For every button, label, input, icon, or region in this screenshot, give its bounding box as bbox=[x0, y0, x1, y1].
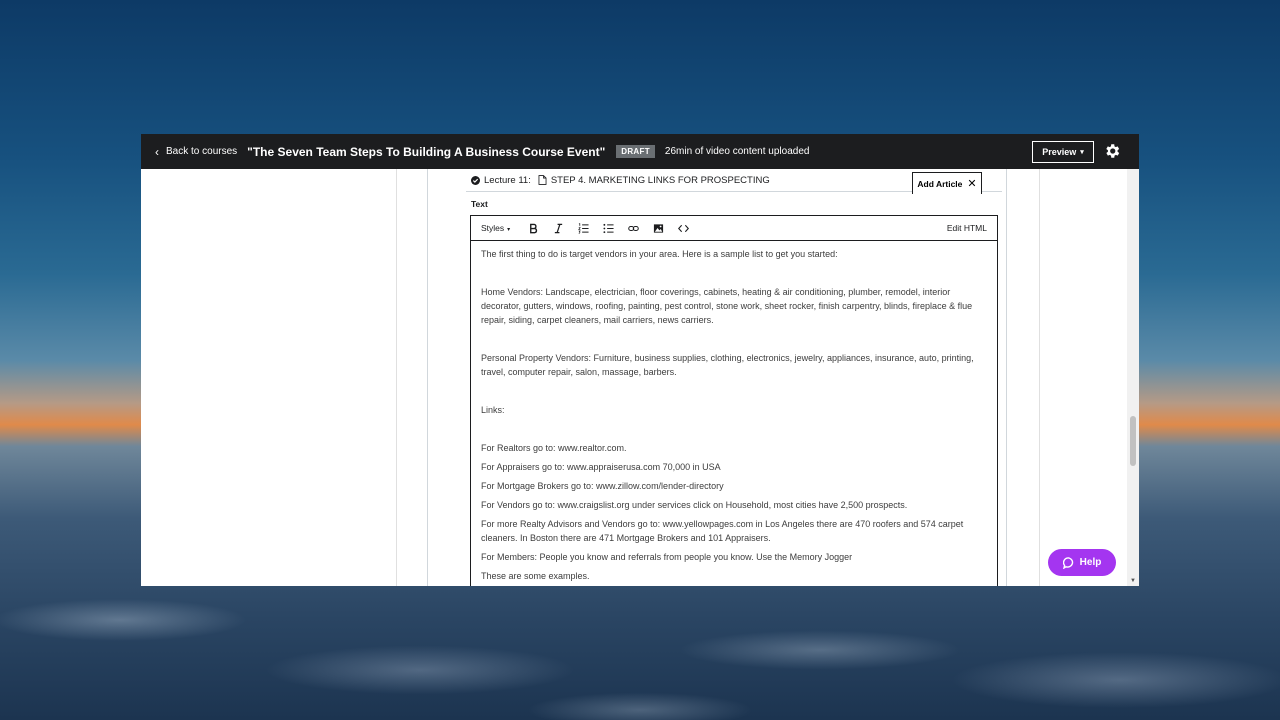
code-icon bbox=[677, 224, 689, 232]
chevron-down-icon: ▾ bbox=[507, 227, 511, 233]
chevron-down-icon: ▾ bbox=[1080, 149, 1084, 156]
preview-label: Preview bbox=[1042, 147, 1077, 157]
styles-dropdown[interactable]: Styles ▾ bbox=[481, 223, 510, 233]
document-icon bbox=[538, 175, 547, 185]
paragraph-realtors: For Realtors go to: www.realtor.com. bbox=[481, 443, 627, 453]
paragraph-vendors: For Vendors go to: www.craigslist.org un… bbox=[481, 500, 908, 510]
upload-status: 26min of video content uploaded bbox=[664, 146, 810, 157]
italic-icon bbox=[554, 223, 562, 233]
add-article-label: Add Article bbox=[917, 178, 963, 189]
italic-button[interactable] bbox=[549, 219, 567, 237]
scrollbar-thumb[interactable] bbox=[1130, 416, 1136, 466]
paragraph-members: For Members: People you know and referra… bbox=[481, 552, 853, 562]
close-icon[interactable]: ✕ bbox=[967, 177, 976, 190]
bold-icon bbox=[529, 223, 537, 233]
scroll-down-arrow-icon[interactable]: ▼ bbox=[1130, 578, 1136, 584]
text-section-label: Text bbox=[471, 199, 488, 209]
page-scrollbar[interactable]: ▼ bbox=[1127, 169, 1139, 586]
image-icon bbox=[653, 223, 663, 233]
edit-html-button[interactable]: Edit HTML bbox=[947, 223, 987, 233]
preview-button[interactable]: Preview ▾ bbox=[1032, 141, 1094, 163]
top-header-bar: ‹ Back to courses "The Seven Team Steps … bbox=[141, 134, 1139, 169]
editor-toolbar: Styles ▾ Edit HTML bbox=[471, 216, 997, 241]
chevron-left-icon: ‹ bbox=[155, 144, 159, 159]
paragraph-examples: These are some examples. bbox=[481, 571, 590, 581]
help-label: Help bbox=[1079, 557, 1102, 568]
course-editor-window: ‹ Back to courses "The Seven Team Steps … bbox=[141, 134, 1139, 586]
paragraph-personal-vendors: Personal Property Vendors: Furniture, bu… bbox=[481, 353, 974, 377]
code-button[interactable] bbox=[674, 219, 692, 237]
help-button[interactable]: Help bbox=[1048, 549, 1116, 576]
editor-content[interactable]: The first thing to do is target vendors … bbox=[471, 241, 997, 583]
link-button[interactable] bbox=[624, 219, 642, 237]
status-badge: DRAFT bbox=[616, 145, 655, 158]
chat-bubble-icon bbox=[1062, 556, 1073, 569]
add-article-tab[interactable]: Add Article ✕ bbox=[912, 172, 982, 194]
rich-text-editor: Styles ▾ Edit HTML The first thing to do… bbox=[470, 215, 998, 586]
paragraph-links-heading: Links: bbox=[481, 405, 505, 415]
paragraph-mortgage: For Mortgage Brokers go to: www.zillow.c… bbox=[481, 481, 724, 491]
paragraph-realty-advisors: For more Realty Advisors and Vendors go … bbox=[481, 519, 964, 543]
lecture-number: Lecture 11: bbox=[484, 174, 531, 186]
bullet-list-icon bbox=[603, 223, 614, 233]
back-to-courses-link[interactable]: ‹ Back to courses bbox=[155, 145, 237, 159]
check-circle-icon bbox=[471, 175, 480, 185]
paragraph-appraisers: For Appraisers go to: www.appraiserusa.c… bbox=[481, 462, 721, 472]
lecture-title: STEP 4. MARKETING LINKS FOR PROSPECTING bbox=[550, 174, 770, 186]
bullet-list-button[interactable] bbox=[599, 219, 617, 237]
numbered-list-icon bbox=[577, 222, 589, 234]
link-icon bbox=[627, 225, 639, 231]
paragraph-intro: The first thing to do is target vendors … bbox=[481, 249, 838, 259]
numbered-list-button[interactable] bbox=[574, 219, 592, 237]
main-content: Lecture 11: STEP 4. MARKETING LINKS FOR … bbox=[141, 169, 1139, 586]
back-label: Back to courses bbox=[166, 146, 238, 157]
paragraph-home-vendors: Home Vendors: Landscape, electrician, fl… bbox=[481, 287, 973, 325]
bold-button[interactable] bbox=[524, 219, 542, 237]
styles-label: Styles bbox=[481, 223, 505, 233]
image-button[interactable] bbox=[649, 219, 667, 237]
gear-icon[interactable] bbox=[1103, 142, 1121, 160]
course-title: "The Seven Team Steps To Building A Busi… bbox=[247, 144, 606, 159]
